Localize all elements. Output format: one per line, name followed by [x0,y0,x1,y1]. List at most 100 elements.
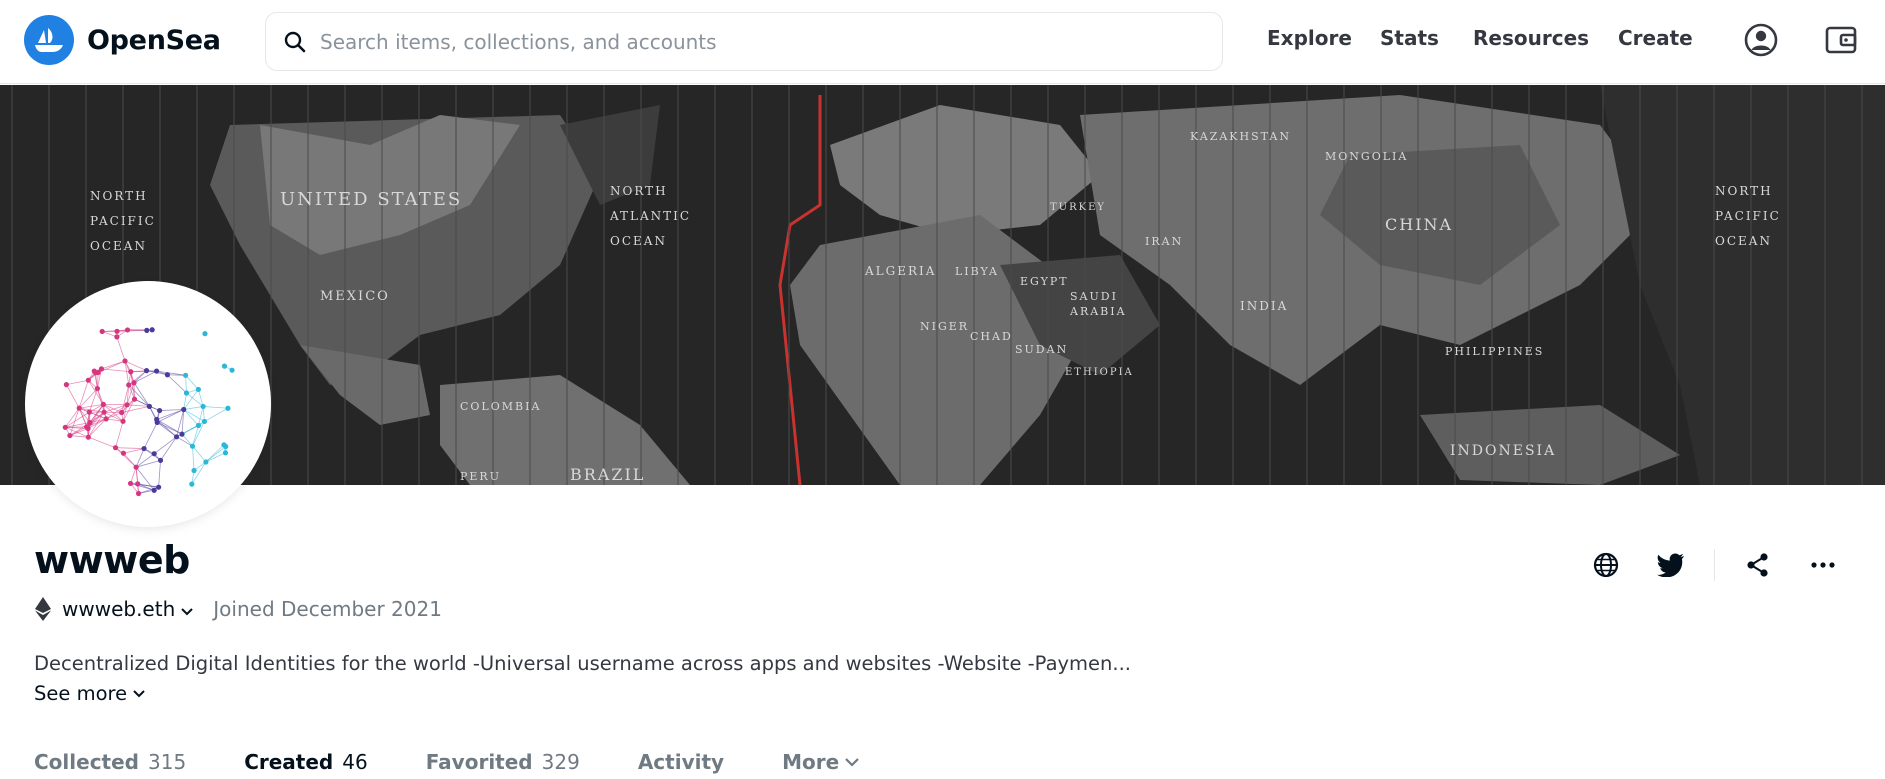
map-label: INDIA [1240,299,1288,313]
map-label: PHILIPPINES [1445,345,1544,358]
profile-avatar[interactable] [31,287,265,521]
network-node [149,327,155,333]
map-label: ALGERIA [864,264,936,278]
map-label: ETHIOPIA [1065,367,1134,378]
network-node [229,367,235,373]
network-node [203,459,209,465]
network-node [122,358,128,364]
network-node [99,328,105,335]
chevron-down-icon[interactable] [181,597,193,621]
network-node [131,380,137,386]
network-node [151,487,157,493]
network-node [157,407,163,414]
network-node [153,368,160,374]
network-node [173,434,180,440]
map-label: UNITED STATES [280,189,462,210]
tab-more[interactable]: More [782,750,859,774]
nav-stats[interactable]: Stats [1380,26,1439,50]
globe-icon[interactable] [1589,548,1623,582]
network-node [181,406,187,413]
map-label: COLOMBIA [460,400,541,413]
tab-label: Collected [34,750,139,774]
nav-create[interactable]: Create [1618,26,1693,50]
opensea-logo[interactable]: OpenSea [24,15,221,65]
network-node [133,464,139,470]
map-label: PACIFIC [1715,209,1781,223]
map-label: KAZAKHSTAN [1190,130,1291,143]
tab-collected[interactable]: Collected 315 [34,750,186,774]
network-node [200,403,206,410]
network-node [126,382,132,388]
profile-tabs: Collected 315 Created 46 Favorited 329 A… [34,750,917,774]
network-node [191,467,197,474]
map-label: ARABIA [1069,305,1127,318]
network-node [124,327,131,333]
network-node [67,432,73,439]
map-label: SAUDI [1070,290,1118,303]
map-label: SUDAN [1015,343,1068,356]
map-label: NORTH [610,184,668,198]
network-node [120,450,127,456]
network-node [225,405,231,411]
search-bar[interactable] [265,12,1223,71]
map-label: OCEAN [90,239,147,253]
network-node [94,385,101,392]
map-label: IRAN [1145,235,1183,248]
share-icon[interactable] [1741,548,1775,582]
map-label: MONGOLIA [1325,150,1408,163]
more-icon[interactable] [1806,548,1840,582]
network-node [141,445,147,452]
network-node [221,363,228,369]
network-node [127,480,134,487]
twitter-icon[interactable] [1654,548,1688,582]
network-node [85,434,91,440]
map-label: PERU [460,470,501,483]
network-node [151,451,157,457]
map-label: OCEAN [1715,234,1772,248]
map-label: INDONESIA [1450,443,1556,459]
chevron-down-icon [845,757,859,767]
tab-activity[interactable]: Activity [638,750,724,774]
network-node [183,390,190,396]
network-node [183,372,189,378]
network-node [135,490,142,497]
network-node [114,334,120,340]
ens-address[interactable]: wwweb.eth [62,597,175,621]
nav-explore[interactable]: Explore [1267,26,1352,50]
map-label: OCEAN [610,234,667,248]
network-node [100,401,106,408]
see-more-button[interactable]: See more [34,682,145,705]
network-node [131,396,138,402]
network-node [135,481,141,487]
network-node [154,416,160,423]
network-node [124,402,130,408]
tab-label: Activity [637,750,725,774]
search-input[interactable] [320,13,1222,70]
map-label: MEXICO [320,289,390,304]
account-icon[interactable] [1742,21,1780,59]
map-label: NIGER [920,320,969,333]
network-node [195,422,202,429]
tab-label: More [782,750,840,774]
network-node [222,450,229,456]
map-label: ATLANTIC [609,209,691,223]
network-node [91,368,97,374]
network-node [63,382,70,388]
network-node [76,405,82,411]
action-divider [1714,549,1715,581]
network-node [103,416,109,422]
network-node [87,419,93,426]
network-node [143,368,150,374]
tab-favorited[interactable]: Favorited 329 [426,750,580,774]
tab-created[interactable]: Created 46 [244,750,368,774]
world-map-image: UNITED STATES NORTH PACIFIC OCEAN NORTH ATLAN… [0,85,1885,485]
profile-name: wwweb [34,538,190,582]
network-node [62,424,68,430]
wallet-icon[interactable] [1822,21,1860,59]
nav-resources[interactable]: Resources [1473,26,1589,50]
profile-bio: Decentralized Digital Identities for the… [34,652,1131,675]
network-node [120,418,126,424]
network-node [114,328,120,334]
opensea-logo-icon [24,15,74,65]
map-label: CHINA [1385,215,1453,234]
